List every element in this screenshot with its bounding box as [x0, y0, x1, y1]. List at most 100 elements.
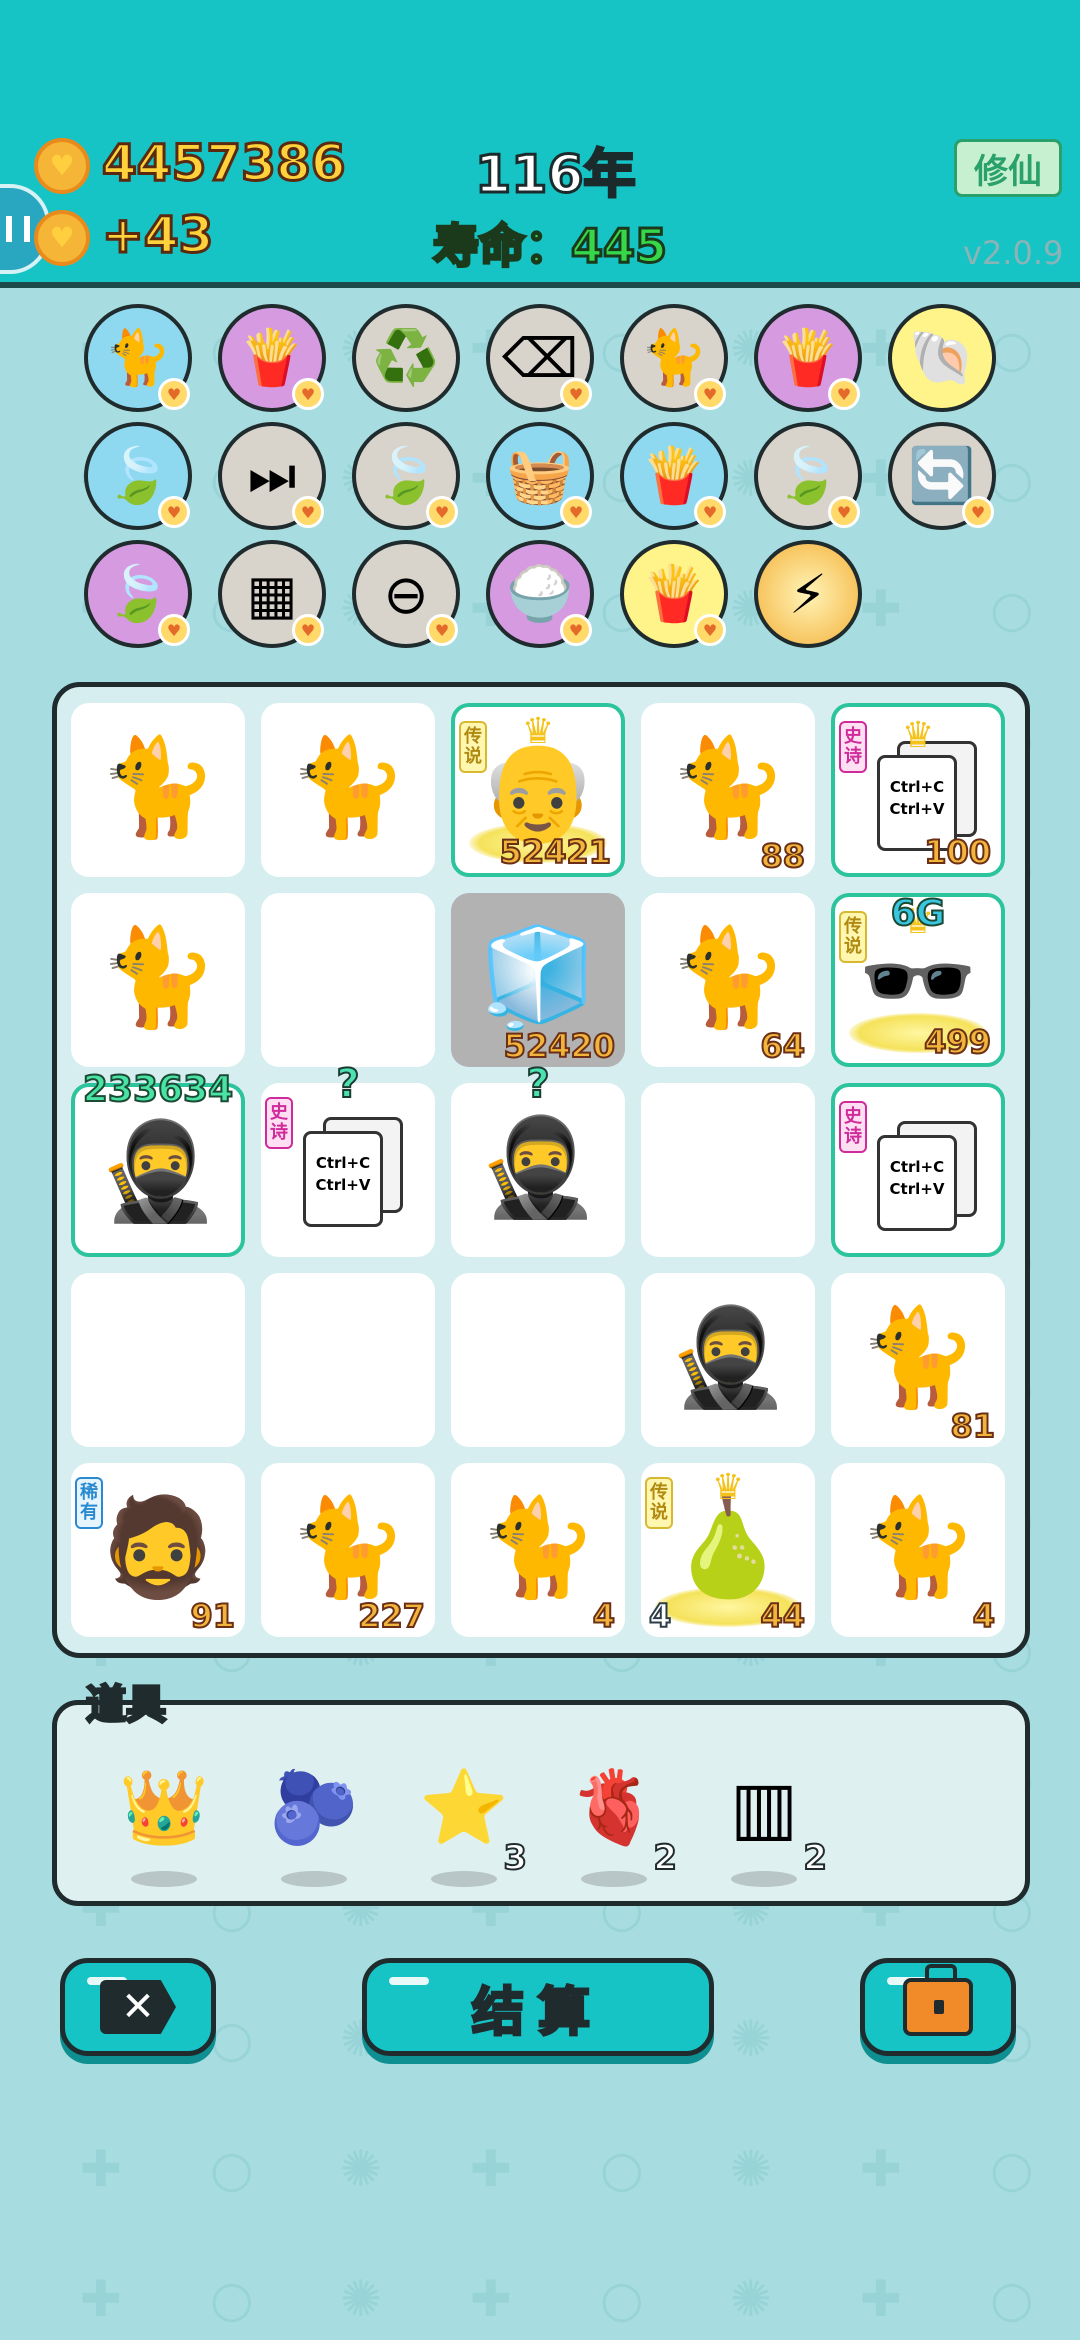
- pattern-glyph: ✺: [340, 2140, 382, 2198]
- skill-fruit-basket-button[interactable]: 🧺 ♥: [486, 422, 594, 530]
- tile-value: 88: [759, 836, 806, 876]
- skill-sugar-cubes-button[interactable]: ▦ ♥: [218, 540, 326, 648]
- rice-bowl-icon: 🍚: [506, 562, 574, 625]
- item-test-tubes[interactable]: ▥ 2: [709, 1757, 828, 1887]
- item-count: 3: [502, 1838, 528, 1878]
- game-board: 🐈 🐈 👴 ♛ 传说 52421 🐈 88 Ctrl+C Ctrl+V ♛ 史诗 100 🐈 🧊 52420 🐈…: [52, 682, 1030, 1658]
- tile-value: 52421: [499, 832, 612, 872]
- refresh-icon: 🔄: [908, 444, 976, 507]
- rarity-tag: 史诗: [839, 1101, 867, 1153]
- cat-icon: 🐈: [478, 1491, 598, 1603]
- tile-cat[interactable]: 🐈 4: [831, 1463, 1005, 1637]
- tile-copy[interactable]: Ctrl+C Ctrl+V 史诗: [831, 1083, 1005, 1257]
- skill-leaf-button[interactable]: 🍃 ♥: [84, 422, 192, 530]
- heart-badge-icon: ♥: [694, 614, 726, 646]
- tile-fridge[interactable]: 🧊 52420: [451, 893, 625, 1067]
- item-star[interactable]: ⭐ 3: [409, 1757, 528, 1887]
- bag-button[interactable]: [860, 1958, 1016, 2056]
- item-shadow: [131, 1871, 197, 1887]
- item-blueberry[interactable]: 🫐: [259, 1757, 369, 1887]
- settle-button[interactable]: 结算: [362, 1958, 714, 2056]
- empty-tile[interactable]: [451, 1273, 625, 1447]
- discard-button[interactable]: ✕: [60, 1958, 216, 2056]
- fridge-icon: 🧊: [478, 921, 598, 1033]
- card-text: Ctrl+V: [889, 1180, 945, 1198]
- top-bar: ♥ 4457386 ♥ +43 116年 寿命：445 修仙 v2.0.9: [0, 0, 1080, 288]
- cat-icon: 🐈: [858, 1491, 978, 1603]
- cat-icon: 🐈: [668, 921, 788, 1033]
- rarity-tag: 传说: [459, 721, 487, 773]
- shell-icon: 🐚: [908, 326, 976, 389]
- tile-value: 4: [972, 1596, 996, 1636]
- empty-tile[interactable]: [641, 1083, 815, 1257]
- tile-cat[interactable]: 🐈 4: [451, 1463, 625, 1637]
- sugar-cubes-icon: ▦: [246, 562, 298, 626]
- skill-delete-button[interactable]: ⌫ ♥: [486, 304, 594, 412]
- skill-leaf-button[interactable]: 🍃 ♥: [754, 422, 862, 530]
- question-mark-icon: ?: [335, 1060, 360, 1108]
- skill-lightning-button[interactable]: ⚡: [754, 540, 862, 648]
- item-shadow: [581, 1871, 647, 1887]
- blueberry-icon: 🫐: [269, 1765, 359, 1849]
- pattern-glyph: ✚: [470, 2140, 512, 2198]
- heart-badge-icon: ♥: [694, 496, 726, 528]
- skill-leaf-button[interactable]: 🍃 ♥: [352, 422, 460, 530]
- lightning-icon: ⚡: [789, 562, 827, 626]
- tile-boss[interactable]: 🕶️ ♛ 传说 6G 499: [831, 892, 1005, 1067]
- skill-cat-pair-button[interactable]: 🐈 ♥: [620, 304, 728, 412]
- empty-tile[interactable]: [261, 893, 435, 1067]
- recycle-icon: ♻️: [372, 326, 440, 389]
- tile-king[interactable]: 👴 ♛ 传说 52421: [451, 703, 625, 877]
- card-text: Ctrl+C: [315, 1154, 371, 1172]
- empty-tile[interactable]: [261, 1273, 435, 1447]
- skill-fries-button[interactable]: 🍟 ♥: [620, 422, 728, 530]
- pattern-glyph: ○: [990, 580, 1034, 638]
- thief-icon: 🥷: [668, 1301, 788, 1413]
- tile-cat[interactable]: 🐈: [71, 703, 245, 877]
- skill-skip-button[interactable]: ⏭ ♥: [218, 422, 326, 530]
- tile-thief[interactable]: 🥷?: [451, 1060, 625, 1257]
- leaf-icon: 🍃: [104, 562, 172, 625]
- skill-refresh-button[interactable]: 🔄 ♥: [888, 422, 996, 530]
- pattern-glyph: ○: [990, 2270, 1034, 2328]
- tile-thief[interactable]: 🥷: [641, 1273, 815, 1447]
- heart-badge-icon: ♥: [158, 378, 190, 410]
- tile-value: 91: [189, 1596, 236, 1636]
- tile-copy[interactable]: Ctrl+C Ctrl+V 史诗?: [261, 1060, 435, 1257]
- skill-leaf-button[interactable]: 🍃 ♥: [84, 540, 192, 648]
- tile-cat[interactable]: 🐈 88: [641, 703, 815, 877]
- tile-copy[interactable]: Ctrl+C Ctrl+V ♛ 史诗 100: [831, 703, 1005, 877]
- cat-icon: 🐈: [858, 1301, 978, 1413]
- heart-badge-icon: ♥: [426, 496, 458, 528]
- cat-icon: 🐈: [98, 921, 218, 1033]
- tile-cat[interactable]: 🐈 81: [831, 1273, 1005, 1447]
- skill-fries-button[interactable]: 🍟 ♥: [754, 304, 862, 412]
- leaf-icon: 🍃: [774, 444, 842, 507]
- pattern-glyph: ✚: [80, 2140, 122, 2198]
- heart-badge-icon: ♥: [560, 614, 592, 646]
- tile-thief[interactable]: 🥷 233634: [71, 1068, 245, 1257]
- tile-cat[interactable]: 🐈: [261, 703, 435, 877]
- tile-pear[interactable]: 🍐 ♛ 传说 44 4: [641, 1463, 815, 1637]
- tile-cat[interactable]: 🐈 64: [641, 893, 815, 1067]
- skill-cat-unit-button[interactable]: 🐈 ♥: [84, 304, 192, 412]
- skill-fries-button[interactable]: 🍟 ♥: [620, 540, 728, 648]
- fries-icon: 🍟: [640, 562, 708, 625]
- tile-man[interactable]: 🧔 稀有 91: [71, 1463, 245, 1637]
- empty-tile[interactable]: [71, 1273, 245, 1447]
- tile-cat[interactable]: 🐈 227: [261, 1463, 435, 1637]
- skill-shell-button[interactable]: 🐚: [888, 304, 996, 412]
- cultivate-button[interactable]: 修仙: [954, 139, 1062, 197]
- skill-fries-button[interactable]: 🍟 ♥: [218, 304, 326, 412]
- skill-rice-bowl-button[interactable]: 🍚 ♥: [486, 540, 594, 648]
- pattern-glyph: ✚: [470, 2270, 512, 2328]
- skill-minus-button[interactable]: ⊖ ♥: [352, 540, 460, 648]
- heart-badge-icon: ♥: [828, 378, 860, 410]
- pattern-glyph: ○: [210, 2010, 254, 2068]
- skill-recycle-button[interactable]: ♻️: [352, 304, 460, 412]
- item-liver[interactable]: 🫀 2: [559, 1757, 678, 1887]
- item-crown[interactable]: 👑: [109, 1757, 219, 1887]
- tile-cat[interactable]: 🐈: [71, 893, 245, 1067]
- leaf-icon: 🍃: [372, 444, 440, 507]
- heart-badge-icon: ♥: [962, 496, 994, 528]
